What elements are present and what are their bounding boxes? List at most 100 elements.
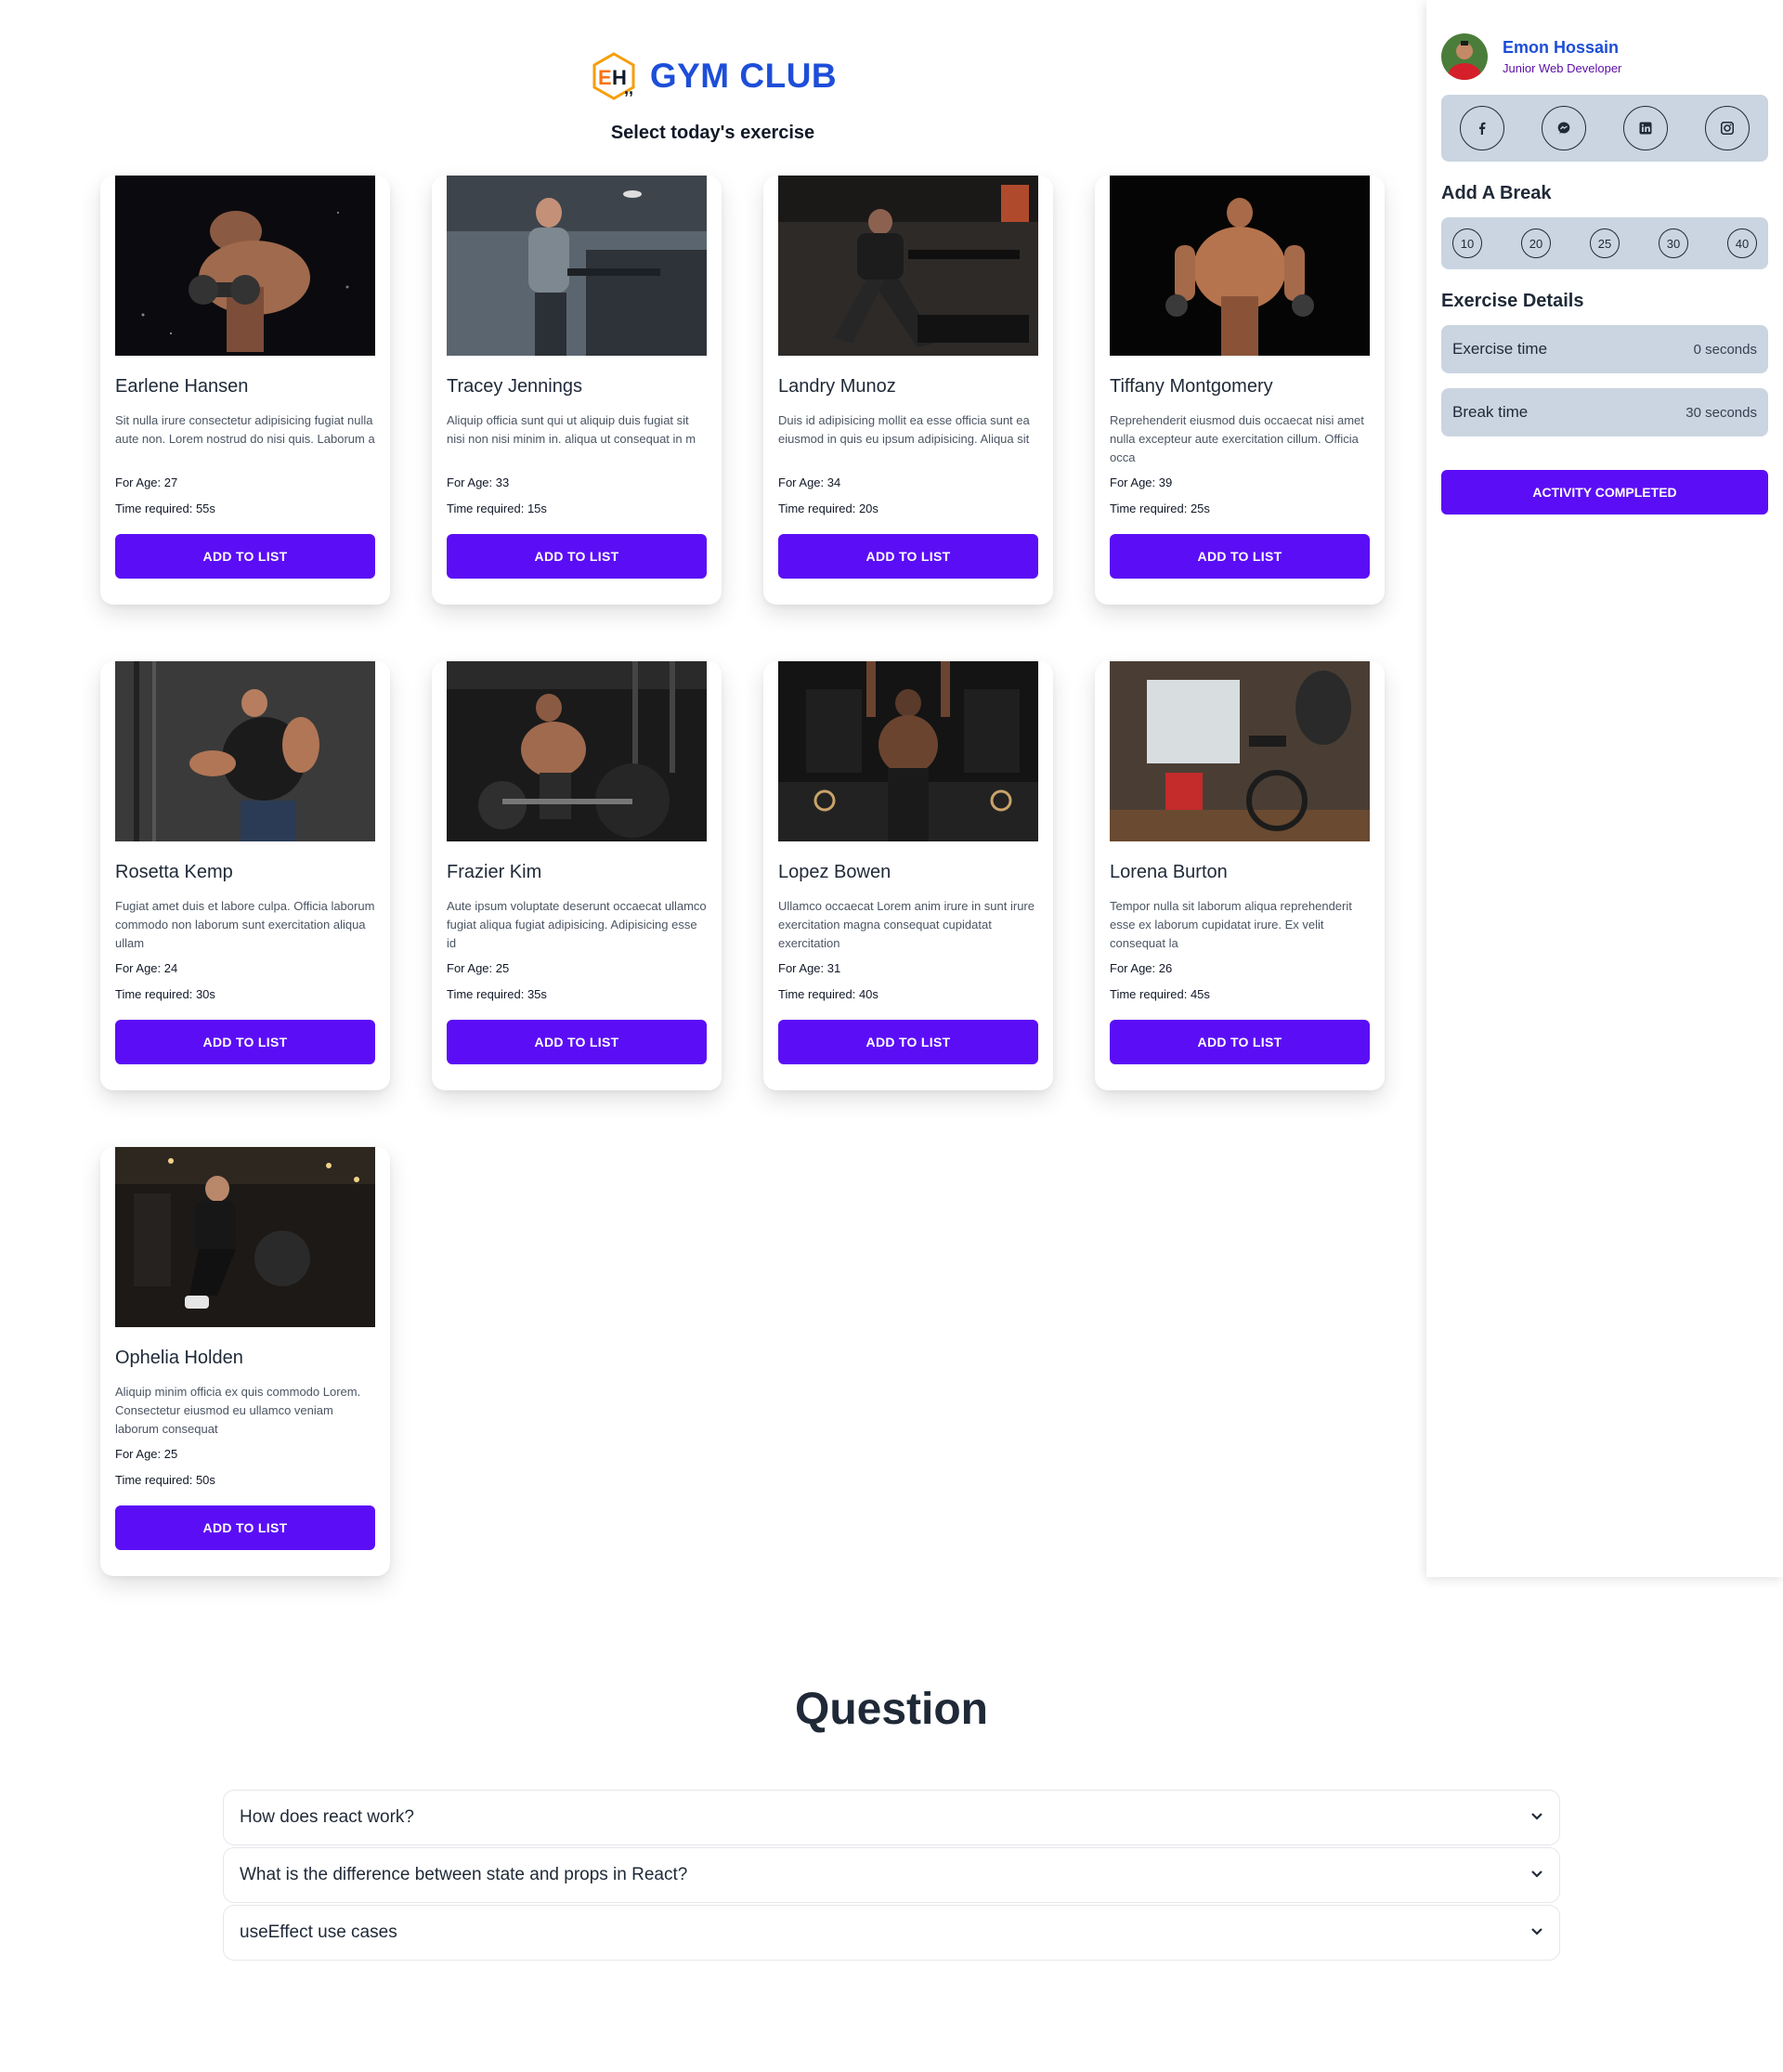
- exercise-card: Frazier Kim Aute ipsum voluptate deserun…: [432, 661, 722, 1090]
- question-text: What is the difference between state and…: [240, 1865, 688, 1884]
- exercise-card: Lopez Bowen Ullamco occaecat Lorem anim …: [763, 661, 1053, 1090]
- exercise-details-title: Exercise Details: [1441, 291, 1584, 311]
- card-time: Time required: 45s: [1110, 987, 1210, 1001]
- card-description: Aute ipsum voluptate deserunt occaecat u…: [447, 899, 707, 950]
- break-option[interactable]: 20: [1521, 228, 1551, 258]
- facebook-icon[interactable]: [1460, 106, 1504, 150]
- exercise-card: Earlene Hansen Sit nulla irure consectet…: [100, 176, 390, 605]
- exercise-photo: [115, 176, 375, 356]
- break-options: 10 20 25 30 40: [1441, 217, 1768, 269]
- card-name: Ophelia Holden: [115, 1348, 243, 1368]
- chevron-down-icon: [1530, 1809, 1543, 1826]
- card-description: Aliquip officia sunt qui ut aliquip duis…: [447, 413, 696, 446]
- social-links: [1441, 95, 1768, 162]
- card-time: Time required: 50s: [115, 1473, 215, 1487]
- exercise-time-value: 0 seconds: [1693, 341, 1757, 358]
- chevron-down-icon: [1530, 1924, 1543, 1941]
- card-name: Lopez Bowen: [778, 862, 892, 882]
- card-name: Rosetta Kemp: [115, 862, 233, 882]
- add-to-list-button[interactable]: ADD TO LIST: [115, 1020, 375, 1064]
- page-subtitle: Select today's exercise: [610, 123, 815, 143]
- break-option[interactable]: 10: [1452, 228, 1482, 258]
- exercise-card: Landry Munoz Duis id adipisicing mollit …: [763, 176, 1053, 605]
- chevron-down-icon: [1530, 1867, 1543, 1883]
- question-text: How does react work?: [240, 1807, 414, 1827]
- exercise-photo: [1110, 176, 1370, 356]
- exercise-card: Rosetta Kemp Fugiat amet duis et labore …: [100, 661, 390, 1090]
- card-age: For Age: 34: [778, 476, 841, 489]
- question-accordion[interactable]: How does react work?: [223, 1790, 1560, 1845]
- eh-logo-icon: E H ,,: [589, 51, 639, 101]
- card-time: Time required: 35s: [447, 987, 547, 1001]
- card-time: Time required: 55s: [115, 502, 215, 515]
- card-description: Aliquip minim officia ex quis commodo Lo…: [115, 1385, 361, 1436]
- card-description: Sit nulla irure consectetur adipisicing …: [115, 413, 375, 446]
- exercise-photo: [115, 1147, 375, 1327]
- add-to-list-button[interactable]: ADD TO LIST: [1110, 1020, 1370, 1064]
- exercise-photo: [778, 176, 1038, 356]
- card-time: Time required: 20s: [778, 502, 878, 515]
- profile-role: Junior Web Developer: [1503, 61, 1622, 75]
- profile-name: Emon Hossain: [1503, 38, 1620, 57]
- card-name: Frazier Kim: [447, 862, 542, 882]
- break-option[interactable]: 30: [1659, 228, 1688, 258]
- exercise-photo: [1110, 661, 1370, 841]
- break-option[interactable]: 40: [1727, 228, 1757, 258]
- add-to-list-button[interactable]: ADD TO LIST: [778, 534, 1038, 579]
- exercise-card: Lorena Burton Tempor nulla sit laborum a…: [1095, 661, 1385, 1090]
- card-time: Time required: 15s: [447, 502, 547, 515]
- question-title: Question: [794, 1685, 988, 1734]
- brand: E H ,, GYM CLUB: [589, 51, 837, 101]
- card-age: For Age: 24: [115, 961, 178, 975]
- exercise-photo: [778, 661, 1038, 841]
- brand-name: GYM CLUB: [649, 57, 838, 95]
- exercise-photo: [447, 176, 707, 356]
- linkedin-icon[interactable]: [1623, 106, 1668, 150]
- card-age: For Age: 31: [778, 961, 841, 975]
- exercise-card: Tiffany Montgomery Reprehenderit eiusmod…: [1095, 176, 1385, 605]
- svg-text:,,: ,,: [624, 79, 633, 98]
- profile: Emon Hossain Junior Web Developer: [1441, 33, 1621, 80]
- exercise-card: Ophelia Holden Aliquip minim officia ex …: [100, 1147, 390, 1576]
- sidebar: Emon Hossain Junior Web Developer Add A …: [1426, 0, 1783, 1577]
- exercise-card: Tracey Jennings Aliquip officia sunt qui…: [432, 176, 722, 605]
- exercise-time-row: Exercise time 0 seconds: [1441, 325, 1768, 373]
- instagram-icon[interactable]: [1705, 106, 1750, 150]
- card-time: Time required: 30s: [115, 987, 215, 1001]
- add-to-list-button[interactable]: ADD TO LIST: [447, 534, 707, 579]
- question-accordion[interactable]: What is the difference between state and…: [223, 1847, 1560, 1903]
- add-to-list-button[interactable]: ADD TO LIST: [1110, 534, 1370, 579]
- card-description: Fugiat amet duis et labore culpa. Offici…: [115, 899, 375, 950]
- add-break-title: Add A Break: [1441, 183, 1552, 203]
- card-name: Tiffany Montgomery: [1110, 376, 1273, 397]
- activity-completed-button[interactable]: ACTIVITY COMPLETED: [1441, 470, 1768, 515]
- exercise-time-label: Exercise time: [1452, 340, 1548, 358]
- page-header: E H ,, GYM CLUB Select today's exercise: [0, 51, 1425, 144]
- card-description: Ullamco occaecat Lorem anim irure in sun…: [778, 899, 1035, 950]
- break-time-label: Break time: [1452, 403, 1529, 421]
- add-to-list-button[interactable]: ADD TO LIST: [115, 534, 375, 579]
- add-to-list-button[interactable]: ADD TO LIST: [778, 1020, 1038, 1064]
- card-name: Lorena Burton: [1110, 862, 1228, 882]
- messenger-icon[interactable]: [1542, 106, 1586, 150]
- card-age: For Age: 27: [115, 476, 178, 489]
- card-name: Earlene Hansen: [115, 376, 249, 397]
- card-age: For Age: 26: [1110, 961, 1173, 975]
- card-description: Tempor nulla sit laborum aliqua reprehen…: [1110, 899, 1352, 950]
- avatar: [1441, 33, 1488, 80]
- add-to-list-button[interactable]: ADD TO LIST: [115, 1505, 375, 1550]
- exercise-photo: [447, 661, 707, 841]
- svg-text:E: E: [598, 66, 612, 89]
- card-time: Time required: 40s: [778, 987, 878, 1001]
- break-time-value: 30 seconds: [1685, 404, 1757, 421]
- card-name: Landry Munoz: [778, 376, 896, 397]
- card-description: Duis id adipisicing mollit ea esse offic…: [778, 413, 1030, 446]
- card-age: For Age: 25: [115, 1447, 178, 1461]
- card-age: For Age: 33: [447, 476, 510, 489]
- exercise-photo: [115, 661, 375, 841]
- add-to-list-button[interactable]: ADD TO LIST: [447, 1020, 707, 1064]
- card-description: Reprehenderit eiusmod duis occaecat nisi…: [1110, 413, 1364, 464]
- question-accordion[interactable]: useEffect use cases: [223, 1905, 1560, 1961]
- break-option[interactable]: 25: [1590, 228, 1620, 258]
- card-name: Tracey Jennings: [447, 376, 582, 397]
